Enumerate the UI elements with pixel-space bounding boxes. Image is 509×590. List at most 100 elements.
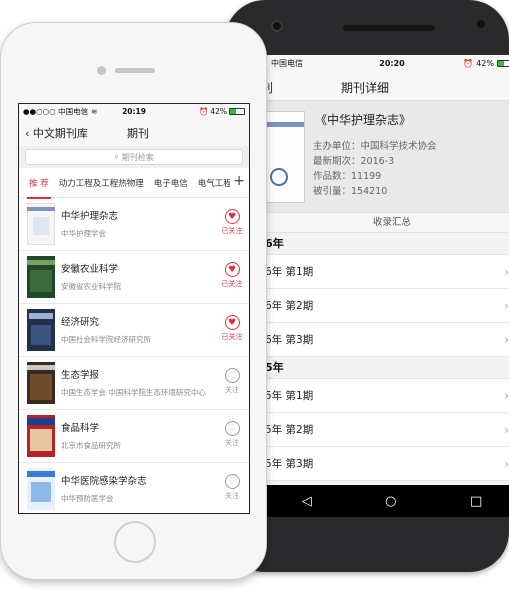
journal-name: 食品科学 bbox=[61, 423, 100, 434]
journal-meta: 主办单位：中国科学技术协会 最新期次：2016-3 作品数：11199 被引量：… bbox=[313, 139, 437, 199]
chevron-left-icon: ‹ bbox=[25, 127, 30, 140]
follow-button[interactable]: ♡ 关注 bbox=[221, 368, 243, 395]
follow-button[interactable]: ♡ 关注 bbox=[221, 421, 243, 448]
issue-label: 5年 第1期 bbox=[265, 390, 314, 402]
home-button[interactable] bbox=[114, 521, 156, 563]
chevron-right-icon: › bbox=[504, 423, 509, 437]
iphone: ●●○○○ 中国电信 ≋ 20:19 ⏰ 42% ‹ 中文期刊库 期刊 ⌕ 期刊… bbox=[0, 22, 267, 580]
year-header: 6年 bbox=[265, 233, 509, 255]
tab-electrical[interactable]: 电气工程 bbox=[198, 177, 232, 189]
status-bar: ●●○○○ 中国电信 ≋ 20:19 ⏰ 42% bbox=[19, 104, 249, 118]
android-phone: 中国电信 20:20 ⏰ 42% 刊 期刊详细 《中华护理杂志》 主办单位：中国… bbox=[225, 0, 509, 572]
search-icon: ⌕ bbox=[114, 152, 119, 161]
front-camera bbox=[271, 20, 283, 32]
android-screen: 中国电信 20:20 ⏰ 42% 刊 期刊详细 《中华护理杂志》 主办单位：中国… bbox=[265, 55, 509, 485]
journal-name: 经济研究 bbox=[61, 317, 100, 328]
issue-row[interactable]: 6年 第2期 › bbox=[265, 289, 509, 323]
page-title: 期刊 bbox=[127, 127, 149, 140]
list-item[interactable]: 安徽农业科学 安徽省农业科学院 ♥ 已关注 bbox=[19, 251, 249, 304]
heart-icon: ♥ bbox=[224, 209, 240, 224]
journal-name: 中华医院感染学杂志 bbox=[61, 476, 147, 487]
journal-title: 《中华护理杂志》 bbox=[315, 113, 412, 127]
search-input[interactable]: ⌕ 期刊检索 bbox=[25, 149, 243, 165]
category-tabs: 推 荐 动力工程及工程热物理 电子电信 电气工程 + bbox=[19, 168, 249, 199]
follow-label: 已关注 bbox=[221, 333, 243, 341]
issue-label: 6年 第2期 bbox=[265, 300, 314, 312]
list-item[interactable]: 中华护理杂志 中华护理学会 ♥ 已关注 bbox=[19, 198, 249, 251]
journal-cover-image bbox=[27, 415, 55, 457]
journal-publisher: 中华预防医学会 bbox=[61, 494, 114, 503]
journal-publisher: 中国社会科学院经济研究所 bbox=[61, 335, 151, 344]
journal-publisher: 中华护理学会 bbox=[61, 229, 106, 238]
heart-outline-icon: ♡ bbox=[224, 474, 240, 489]
issue-label: 5年 第2期 bbox=[265, 424, 314, 436]
chevron-right-icon: › bbox=[504, 457, 509, 471]
nav-bar: 刊 期刊详细 bbox=[265, 71, 509, 101]
latest-issue: 最新期次：2016-3 bbox=[313, 156, 395, 167]
status-time: 20:19 bbox=[122, 106, 146, 116]
journal-publisher: 中国生态学会 中国科学院生态环境研究中心 bbox=[61, 388, 206, 397]
journal-name: 生态学报 bbox=[61, 370, 100, 381]
battery-icon bbox=[497, 59, 509, 67]
chevron-right-icon: › bbox=[504, 333, 509, 347]
journal-publisher: 北京市食品研究所 bbox=[61, 441, 121, 450]
proximity-sensor bbox=[477, 20, 485, 28]
issue-label: 5年 第3期 bbox=[265, 458, 314, 470]
follow-button[interactable]: ♡ 关注 bbox=[221, 474, 243, 501]
add-tab-icon[interactable]: + bbox=[230, 173, 245, 189]
tab-electronics[interactable]: 电子电信 bbox=[154, 177, 188, 189]
tab-power-engineering[interactable]: 动力工程及工程热物理 bbox=[59, 177, 144, 189]
search-bar: ⌕ 期刊检索 bbox=[19, 146, 249, 168]
cited-count: 被引量：154210 bbox=[313, 186, 388, 197]
heart-outline-icon: ♡ bbox=[224, 421, 240, 436]
journal-header: 《中华护理杂志》 主办单位：中国科学技术协会 最新期次：2016-3 作品数：1… bbox=[265, 101, 509, 213]
journal-cover-image bbox=[27, 468, 55, 510]
follow-button[interactable]: ♥ 已关注 bbox=[221, 209, 243, 236]
list-item[interactable]: 生态学报 中国生态学会 中国科学院生态环境研究中心 ♡ 关注 bbox=[19, 357, 249, 410]
follow-button[interactable]: ♥ 已关注 bbox=[221, 315, 243, 342]
follow-label: 已关注 bbox=[221, 280, 243, 288]
back-button[interactable]: ‹ 中文期刊库 bbox=[25, 125, 88, 141]
follow-label: 关注 bbox=[225, 492, 239, 500]
issue-row[interactable]: 6年 第3期 › bbox=[265, 323, 509, 357]
host-unit: 主办单位：中国科学技术协会 bbox=[313, 141, 437, 152]
earpiece-speaker bbox=[115, 68, 155, 73]
journal-name: 安徽农业科学 bbox=[61, 264, 119, 275]
chevron-right-icon: › bbox=[504, 299, 509, 313]
status-time: 20:20 bbox=[379, 58, 405, 68]
journal-cover-image bbox=[27, 362, 55, 404]
issue-row[interactable]: 5年 第1期 › bbox=[265, 379, 509, 413]
tab-recommend[interactable]: 推 荐 bbox=[27, 177, 51, 199]
journal-cover-image bbox=[27, 256, 55, 298]
follow-label: 已关注 bbox=[221, 227, 243, 235]
battery-icon bbox=[229, 107, 245, 115]
follow-button[interactable]: ♥ 已关注 bbox=[221, 262, 243, 289]
search-placeholder: 期刊检索 bbox=[121, 152, 154, 162]
issue-row[interactable]: 5年 第2期 › bbox=[265, 413, 509, 447]
page-title: 期刊详细 bbox=[341, 81, 390, 95]
journal-publisher: 安徽省农业科学院 bbox=[61, 282, 121, 291]
recents-square-icon[interactable]: □ bbox=[470, 494, 482, 509]
issue-label: 6年 第3期 bbox=[265, 334, 314, 346]
earpiece-speaker bbox=[343, 25, 435, 31]
home-circle-icon[interactable]: ○ bbox=[385, 494, 396, 509]
chevron-right-icon: › bbox=[504, 265, 509, 279]
issue-label: 6年 第1期 bbox=[265, 266, 314, 278]
back-triangle-icon[interactable]: ◁ bbox=[302, 494, 312, 509]
nav-bar: ‹ 中文期刊库 期刊 bbox=[19, 118, 249, 146]
list-item[interactable]: 经济研究 中国社会科学院经济研究所 ♥ 已关注 bbox=[19, 304, 249, 357]
issue-row[interactable]: 5年 第3期 › bbox=[265, 447, 509, 481]
works-count: 作品数：11199 bbox=[313, 171, 382, 182]
issue-row[interactable]: 6年 第1期 › bbox=[265, 255, 509, 289]
heart-icon: ♥ bbox=[224, 262, 240, 277]
front-camera bbox=[97, 66, 106, 75]
collection-summary: 收录汇总 bbox=[265, 213, 509, 233]
journal-cover-image bbox=[27, 203, 55, 245]
journal-cover-image bbox=[27, 309, 55, 351]
journal-cover-image bbox=[265, 111, 305, 203]
android-nav-keys: ◁ ○ □ bbox=[265, 485, 509, 517]
list-item[interactable]: 食品科学 北京市食品研究所 ♡ 关注 bbox=[19, 410, 249, 463]
follow-label: 关注 bbox=[225, 439, 239, 447]
list-item[interactable]: 中华医院感染学杂志 中华预防医学会 ♡ 关注 bbox=[19, 463, 249, 513]
chevron-right-icon: › bbox=[504, 389, 509, 403]
